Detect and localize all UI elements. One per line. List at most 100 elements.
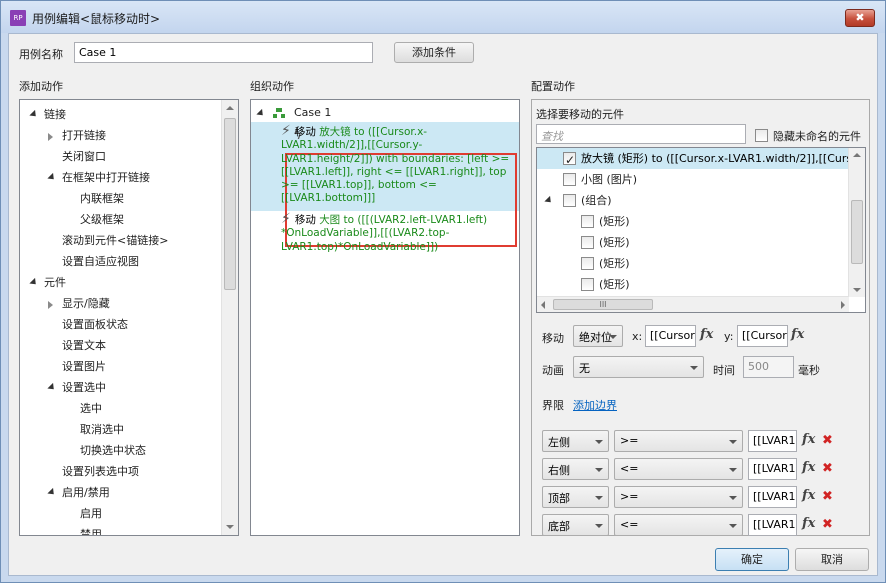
delete-bound-icon[interactable]: ✖: [822, 489, 833, 504]
x-input[interactable]: [[Cursor: [645, 325, 696, 347]
close-button[interactable]: ✖: [845, 9, 875, 27]
action-tree-item[interactable]: 取消选中: [20, 419, 220, 440]
action-tree-item[interactable]: 在框架中打开链接: [20, 167, 220, 188]
hscroll-thumb[interactable]: III: [553, 299, 653, 310]
action-tree-item[interactable]: 关闭窗口: [20, 146, 220, 167]
add-action-tree[interactable]: 链接 打开链接 关闭窗口 在框架中打开链接 内联框架 父级框架 滚动到元件<锚链接> 设置自适…: [19, 99, 239, 536]
cancel-button[interactable]: 取消: [795, 548, 869, 571]
widget-row[interactable]: (矩形): [537, 253, 849, 274]
scroll-down-icon[interactable]: [226, 525, 234, 529]
action-tree-item[interactable]: 启用/禁用: [20, 482, 220, 503]
expanded-arrow-icon[interactable]: [47, 487, 57, 498]
widget-row[interactable]: (矩形): [537, 274, 849, 295]
time-label: 时间: [713, 364, 735, 377]
bound-fx-button[interactable]: fx: [802, 516, 815, 531]
organize-action-panel[interactable]: Case 1 ϟ ⚡ 移动 放大镜 to ([[Cursor.x- LVAR1.w…: [250, 99, 520, 536]
checkbox-icon[interactable]: [755, 128, 768, 142]
ok-button[interactable]: 确定: [715, 548, 789, 571]
widget-row[interactable]: (矩形): [537, 232, 849, 253]
add-condition-button[interactable]: 添加条件: [394, 42, 474, 63]
widget-checkbox[interactable]: [563, 150, 576, 171]
widget-tree-hscroll[interactable]: III: [537, 296, 849, 312]
animate-select[interactable]: 无: [573, 356, 704, 378]
bound-fx-button[interactable]: fx: [802, 432, 815, 447]
bound-value-input[interactable]: [[LVAR1.: [748, 514, 797, 536]
action-tree-item[interactable]: 父级框架: [20, 209, 220, 230]
action-tree-item[interactable]: 设置文本: [20, 335, 220, 356]
move-mode-select[interactable]: 绝对位: [573, 325, 623, 347]
action-tree-item[interactable]: 元件: [20, 272, 220, 293]
scroll-thumb[interactable]: [224, 118, 236, 290]
bound-side-select[interactable]: 右侧: [542, 458, 609, 480]
time-input[interactable]: 500: [743, 356, 794, 378]
case-node[interactable]: Case 1: [256, 102, 331, 123]
bound-operator-select[interactable]: <=: [614, 458, 743, 480]
widget-checkbox[interactable]: [581, 215, 594, 228]
delete-bound-icon[interactable]: ✖: [822, 461, 833, 476]
widget-tree-vscroll[interactable]: [848, 148, 865, 297]
action-tree-item[interactable]: 禁用: [20, 524, 220, 535]
action-tree-item[interactable]: 设置选中: [20, 377, 220, 398]
add-bound-link[interactable]: 添加边界: [573, 397, 617, 413]
bound-operator-select[interactable]: >=: [614, 486, 743, 508]
hide-unnamed-checkbox[interactable]: [755, 128, 768, 142]
bound-value-input[interactable]: [[LVAR1.: [748, 430, 797, 452]
bound-value-input[interactable]: [[LVAR1.: [748, 458, 797, 480]
bound-fx-button[interactable]: fx: [802, 460, 815, 475]
widget-tree[interactable]: 放大镜 (矩形) to ([[Cursor.x-LVAR1.width/2]],…: [536, 147, 866, 313]
expanded-arrow-icon[interactable]: [29, 277, 39, 288]
scroll-left-icon[interactable]: [541, 301, 545, 309]
action-tree-item[interactable]: 设置面板状态: [20, 314, 220, 335]
widget-row[interactable]: (组合): [537, 190, 849, 211]
widget-checkbox[interactable]: [581, 278, 594, 291]
expanded-arrow-icon[interactable]: [47, 382, 57, 393]
bound-value-input[interactable]: [[LVAR1.: [748, 486, 797, 508]
bound-operator-select[interactable]: <=: [614, 514, 743, 536]
scroll-right-icon[interactable]: [841, 301, 845, 309]
x-fx-button[interactable]: fx: [700, 327, 713, 342]
action-tree-item[interactable]: 启用: [20, 503, 220, 524]
widget-checkbox[interactable]: [563, 173, 576, 186]
action-tree-item[interactable]: 打开链接: [20, 125, 220, 146]
y-input[interactable]: [[Cursor: [737, 325, 788, 347]
action-tree-item[interactable]: 滚动到元件<锚链接>: [20, 230, 220, 251]
action-move-bigimage[interactable]: ⚡ 移动 大图 to ([[(LVAR2.left-LVAR1.left) *On…: [281, 212, 517, 254]
scroll-thumb[interactable]: [851, 200, 863, 264]
expanded-arrow-icon[interactable]: [29, 109, 39, 120]
action-tree-item[interactable]: 内联框架: [20, 188, 220, 209]
bound-operator-select[interactable]: >=: [614, 430, 743, 452]
expanded-arrow-icon[interactable]: [47, 172, 57, 183]
bound-side-select[interactable]: 顶部: [542, 486, 609, 508]
expanded-arrow-icon[interactable]: [544, 195, 554, 206]
action-tree-item[interactable]: 设置列表选中项: [20, 461, 220, 482]
expand-arrow-icon[interactable]: [256, 108, 266, 118]
widget-row[interactable]: (矩形): [537, 211, 849, 232]
widget-search-input[interactable]: 查找: [536, 124, 746, 144]
action-tree-item[interactable]: 设置自适应视图: [20, 251, 220, 272]
action-tree-item[interactable]: 链接: [20, 104, 220, 125]
collapsed-arrow-icon[interactable]: [48, 301, 53, 309]
widget-checkbox[interactable]: [581, 236, 594, 249]
action-tree-item[interactable]: 切换选中状态: [20, 440, 220, 461]
y-fx-button[interactable]: fx: [791, 327, 804, 342]
delete-bound-icon[interactable]: ✖: [822, 433, 833, 448]
widget-row[interactable]: 小图 (图片): [537, 169, 849, 190]
bound-side-select[interactable]: 左侧: [542, 430, 609, 452]
scroll-up-icon[interactable]: [226, 106, 234, 110]
action2-target: 大图: [319, 214, 341, 226]
action-tree-item[interactable]: 设置图片: [20, 356, 220, 377]
add-action-scrollbar[interactable]: [221, 100, 238, 535]
collapsed-arrow-icon[interactable]: [48, 133, 53, 141]
widget-checkbox[interactable]: [581, 257, 594, 270]
bound-side-select[interactable]: 底部: [542, 514, 609, 536]
widget-row[interactable]: 放大镜 (矩形) to ([[Cursor.x-LVAR1.width/2]],…: [537, 148, 865, 171]
scroll-down-icon[interactable]: [853, 288, 861, 292]
title-bar[interactable]: RP 用例编辑<鼠标移动时> ✖: [1, 1, 885, 33]
widget-checkbox[interactable]: [563, 194, 576, 207]
bound-fx-button[interactable]: fx: [802, 488, 815, 503]
action-tree-item[interactable]: 选中: [20, 398, 220, 419]
delete-bound-icon[interactable]: ✖: [822, 517, 833, 532]
case-name-input[interactable]: Case 1: [74, 42, 373, 63]
action-tree-item[interactable]: 显示/隐藏: [20, 293, 220, 314]
scroll-up-icon[interactable]: [853, 153, 861, 157]
